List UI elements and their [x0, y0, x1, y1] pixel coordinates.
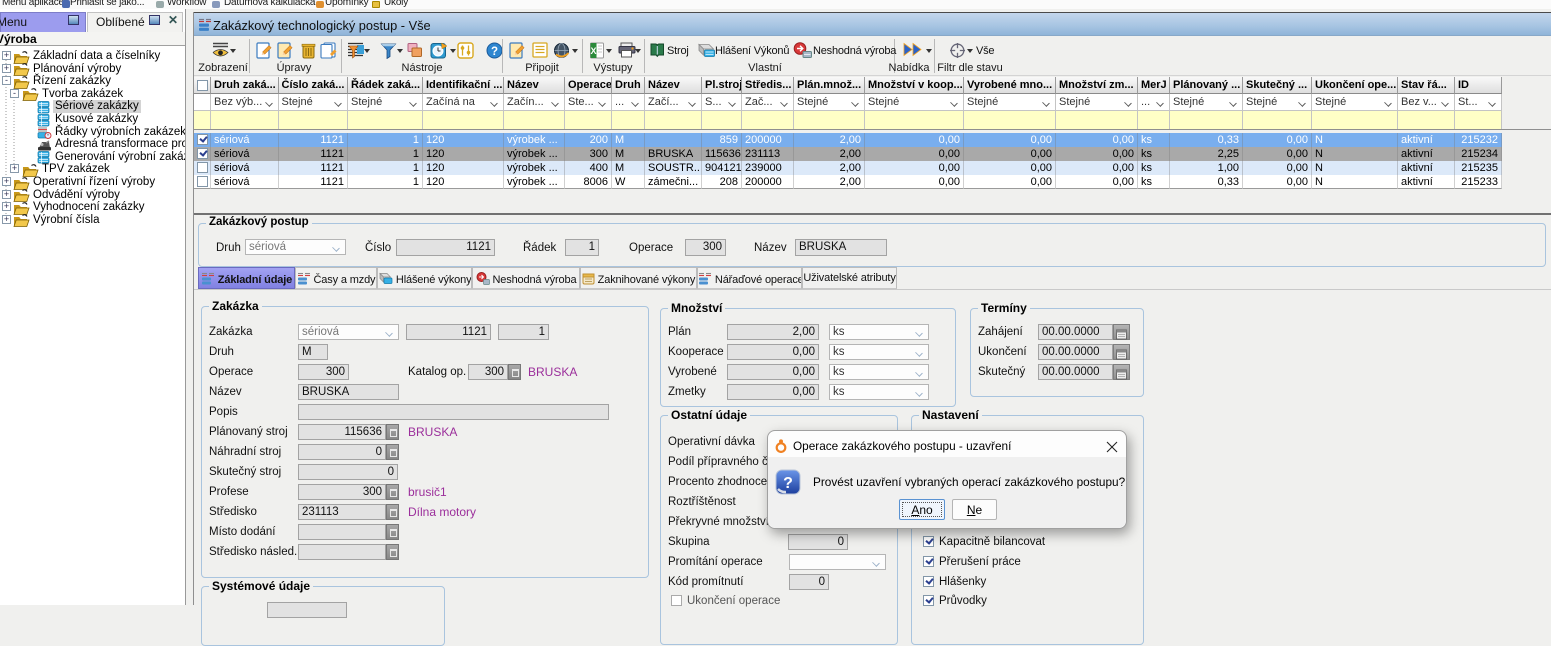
svg-text:X: X — [590, 46, 596, 56]
svg-text:?: ? — [783, 475, 793, 492]
svg-text:?: ? — [491, 46, 498, 58]
